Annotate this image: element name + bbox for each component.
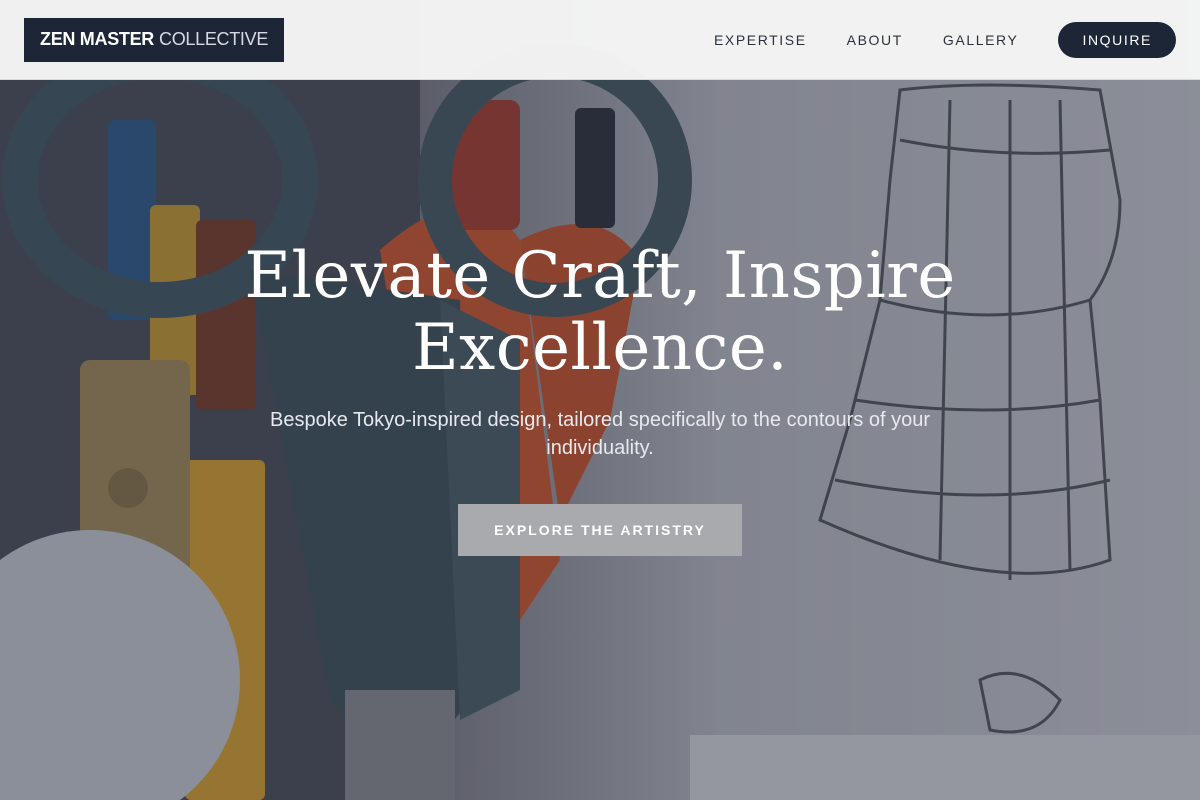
brand-name-strong: ZEN MASTER — [40, 29, 155, 49]
nav-link-expertise[interactable]: EXPERTISE — [714, 32, 807, 48]
nav-link-gallery[interactable]: GALLERY — [943, 32, 1019, 48]
brand-name-light: COLLECTIVE — [159, 29, 269, 49]
brand-logo[interactable]: ZEN MASTER COLLECTIVE — [24, 17, 285, 62]
inquire-button[interactable]: INQUIRE — [1058, 21, 1176, 58]
nav-link-about[interactable]: ABOUT — [847, 32, 903, 48]
hero-headline-line1: Elevate Craft, Inspire — [244, 239, 956, 313]
hero-headline: Elevate Craft, Inspire Excellence. — [220, 240, 980, 384]
hero-subtitle: Bespoke Tokyo-inspired design, tailored … — [270, 409, 930, 459]
main-nav: EXPERTISE ABOUT GALLERY INQUIRE — [714, 21, 1176, 58]
hero-headline-line2: Excellence. — [411, 311, 789, 385]
site-header: ZEN MASTER COLLECTIVE EXPERTISE ABOUT GA… — [0, 0, 1200, 80]
explore-artistry-button[interactable]: EXPLORE THE ARTISTRY — [458, 504, 742, 556]
hero-content: Elevate Craft, Inspire Excellence. Bespo… — [0, 240, 1200, 556]
